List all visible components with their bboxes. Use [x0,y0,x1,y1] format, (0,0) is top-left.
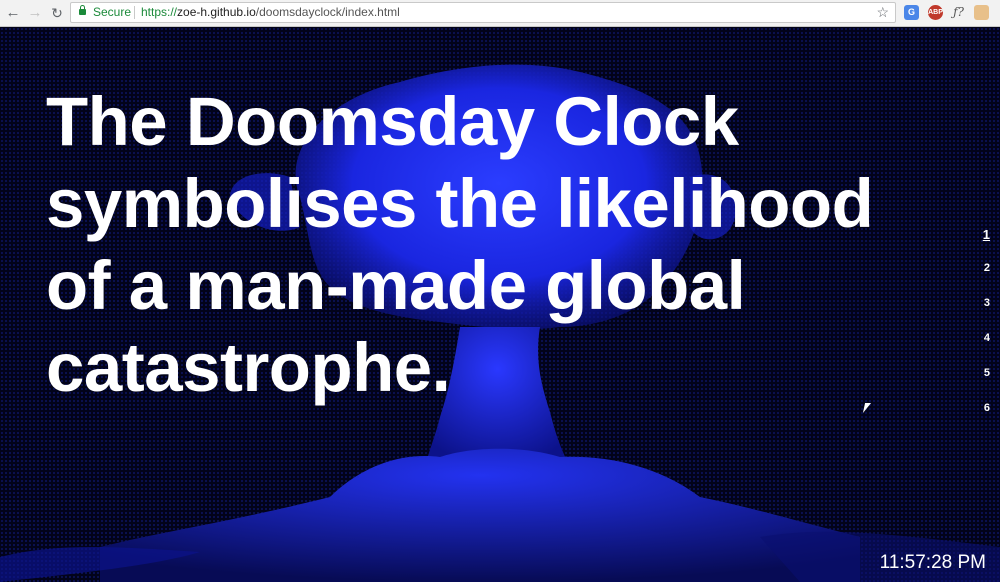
address-bar[interactable]: Secure https://zoe-h.github.io/doomsdayc… [70,2,896,23]
browser-toolbar: ← → ↻ Secure https://zoe-h.github.io/doo… [0,0,1000,27]
lock-icon [79,5,86,15]
secure-label: Secure [93,5,132,19]
page-content: The Doomsday Clock symbolises the likeli… [0,27,1000,582]
slide-link-6[interactable]: 6 [983,402,990,437]
adblock-extension-icon[interactable]: ABP [928,5,943,20]
url-path: /doomsdayclock/index.html [255,5,400,19]
slide-link-3[interactable]: 3 [983,297,990,332]
slide-link-4[interactable]: 4 [983,332,990,367]
forward-arrow-icon[interactable]: → [26,4,44,22]
url-scheme: https:// [141,5,178,19]
omnibox-divider [134,6,135,19]
translate-extension-icon[interactable]: G [904,5,919,20]
paint-extension-icon[interactable] [974,5,989,20]
slide-link-1[interactable]: 1 [983,227,990,262]
reload-icon[interactable]: ↻ [48,4,66,22]
clock-time: 11:57:28 PM [879,552,986,573]
bookmark-star-icon[interactable]: ☆ [876,3,889,22]
url-text[interactable]: https://zoe-h.github.io/doomsdayclock/in… [141,3,400,22]
page-title: The Doomsday Clock symbolises the likeli… [46,83,874,406]
formula-extension-icon[interactable]: ƒ? [951,5,966,20]
slide-navigation: 123456 [983,227,990,437]
slide-link-2[interactable]: 2 [983,262,990,297]
back-arrow-icon[interactable]: ← [4,4,22,22]
url-host: zoe-h.github.io [177,5,256,19]
slide-link-5[interactable]: 5 [983,367,990,402]
